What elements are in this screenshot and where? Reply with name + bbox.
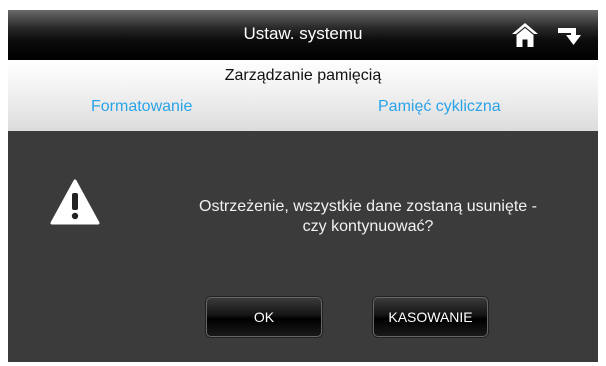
device-screen: Ustaw. systemu Zarządzanie pamięcią Form…: [8, 10, 598, 362]
warning-dialog: Ostrzeżenie, wszystkie dane zostaną usun…: [8, 131, 598, 362]
home-icon: [512, 23, 538, 47]
tab-formatting[interactable]: Formatowanie: [91, 98, 192, 116]
warning-icon: [50, 179, 100, 225]
back-button[interactable]: [556, 22, 582, 48]
home-button[interactable]: [511, 22, 539, 48]
tab-cyclic-memory[interactable]: Pamięć cykliczna: [378, 98, 501, 116]
cancel-button[interactable]: KASOWANIE: [373, 297, 488, 337]
page-title: Ustaw. systemu: [243, 24, 363, 43]
warning-message-line-2: czy kontynuować?: [302, 218, 434, 235]
return-arrow-icon: [558, 28, 581, 45]
ok-button[interactable]: OK: [206, 297, 322, 337]
warning-message-line-1: Ostrzeżenie, wszystkie dane zostaną usun…: [199, 198, 537, 215]
section-title: Zarządzanie pamięcią: [224, 67, 382, 84]
warning-message: Ostrzeżenie, wszystkie dane zostaną usun…: [128, 197, 598, 237]
memory-management-panel: Zarządzanie pamięcią Formatowanie Pamięć…: [8, 60, 598, 131]
title-bar: Ustaw. systemu: [8, 10, 598, 60]
